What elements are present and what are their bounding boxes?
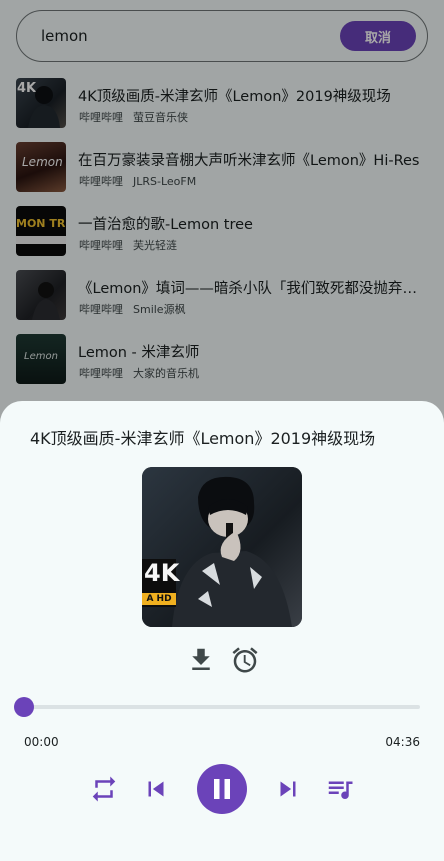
queue-button[interactable] xyxy=(325,774,355,804)
playback-controls xyxy=(0,763,444,815)
pause-icon xyxy=(214,779,230,799)
download-icon xyxy=(192,648,210,670)
next-button[interactable] xyxy=(273,774,303,804)
repeat-icon xyxy=(92,776,116,802)
cover-badge-label: 4K xyxy=(144,559,180,587)
action-row xyxy=(186,645,266,675)
seek-slider[interactable] xyxy=(14,697,428,717)
queue-music-icon xyxy=(328,781,353,799)
player-title: 4K顶级画质-米津玄师《Lemon》2019神级现场 xyxy=(30,429,376,448)
alarm-icon xyxy=(232,647,258,673)
album-cover: 4K A HD xyxy=(142,467,302,627)
player-sheet: 4K顶级画质-米津玄师《Lemon》2019神级现场 4K A HD 00:00… xyxy=(0,401,444,861)
download-button[interactable] xyxy=(186,645,216,675)
pause-button[interactable] xyxy=(197,764,247,814)
skip-previous-icon xyxy=(148,781,164,797)
cover-badge: 4K A HD xyxy=(142,559,180,607)
sleep-timer-button[interactable] xyxy=(230,645,260,675)
cover-badge-sub: A HD xyxy=(142,593,176,605)
slider-track xyxy=(24,705,420,709)
repeat-button[interactable] xyxy=(89,774,119,804)
slider-thumb[interactable] xyxy=(14,697,34,717)
skip-next-icon xyxy=(280,781,296,797)
elapsed-time: 00:00 xyxy=(24,735,59,749)
total-duration: 04:36 xyxy=(385,735,420,749)
previous-button[interactable] xyxy=(141,774,171,804)
